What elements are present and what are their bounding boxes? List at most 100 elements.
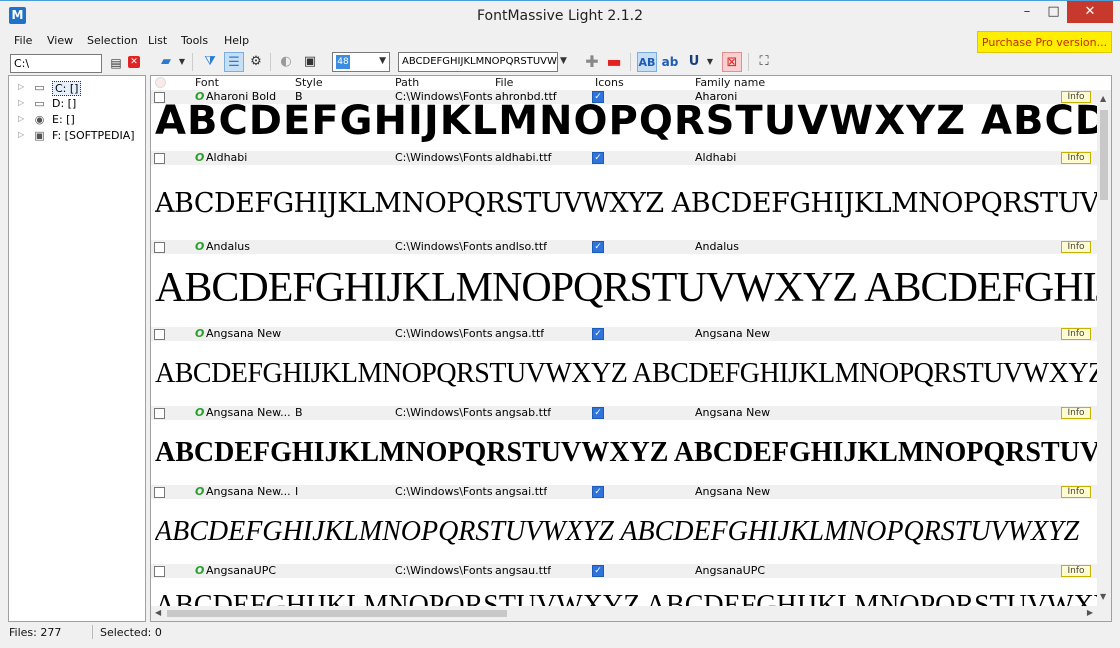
lowercase-toggle[interactable]: ab	[660, 52, 680, 72]
strikeout-icon[interactable]: ⊠	[722, 52, 742, 72]
table-row[interactable]: O Aldhabi C:\Windows\Fonts aldhabi.ttf ✓…	[151, 151, 1097, 165]
font-family: Andalus	[695, 240, 739, 253]
scroll-right-icon[interactable]: ▶	[1087, 608, 1093, 617]
chevron-down-icon[interactable]: ▼	[560, 56, 567, 66]
column-header-style[interactable]: Style	[295, 76, 323, 89]
row-checkbox[interactable]	[154, 408, 165, 419]
font-group-icon[interactable]: ◐	[276, 52, 296, 72]
expand-icon[interactable]: ▷	[18, 98, 24, 107]
font-list[interactable]: Font Style Path File Icons Family name O…	[150, 75, 1112, 622]
select-all-checkbox[interactable]	[155, 77, 166, 88]
tree-item-e[interactable]: ▷ ◉ E: []	[9, 112, 145, 128]
chevron-down-icon[interactable]: ▼	[704, 52, 716, 72]
hard-drive-icon: ▭	[34, 81, 45, 94]
icons-checkbox[interactable]: ✓	[592, 152, 604, 164]
tree-item-label: C: []	[52, 81, 82, 96]
row-checkbox[interactable]	[154, 329, 165, 340]
font-path: C:\Windows\Fonts	[395, 240, 493, 253]
path-input[interactable]	[10, 54, 102, 73]
close-button[interactable]: ✕	[1067, 1, 1113, 23]
font-name: AngsanaUPC	[206, 564, 277, 577]
menu-tools[interactable]: Tools	[181, 34, 208, 47]
row-checkbox[interactable]	[154, 153, 165, 164]
row-checkbox[interactable]	[154, 487, 165, 498]
icons-checkbox[interactable]: ✓	[592, 328, 604, 340]
clear-icon[interactable]: ✕	[128, 56, 140, 68]
icons-checkbox[interactable]: ✓	[592, 241, 604, 253]
info-button[interactable]: Info	[1061, 152, 1091, 164]
toolbar-separator	[630, 53, 631, 71]
open-folder-icon[interactable]: ▰	[156, 52, 176, 72]
fullscreen-icon[interactable]: ⛶	[754, 52, 774, 72]
vertical-scrollbar[interactable]: ▲ ▼	[1097, 90, 1111, 621]
font-name: Andalus	[206, 240, 250, 253]
info-button[interactable]: Info	[1061, 486, 1091, 498]
icons-checkbox[interactable]: ✓	[592, 565, 604, 577]
hard-drive-icon: ▭	[34, 97, 45, 110]
remove-icon[interactable]: ▬	[604, 52, 624, 72]
table-row[interactable]: O Andalus C:\Windows\Fonts andlso.ttf ✓ …	[151, 240, 1097, 254]
font-path: C:\Windows\Fonts	[395, 327, 493, 340]
font-sample: ABCDEFGHIJKLMNOPQRSTUVWXYZ ABCDEFGHIJKLM…	[155, 358, 1097, 389]
underline-toggle[interactable]: U	[684, 52, 704, 72]
settings-icon[interactable]: ⚙	[246, 52, 266, 72]
column-header-family[interactable]: Family name	[695, 76, 765, 89]
horizontal-scrollbar[interactable]: ◀ ▶	[151, 606, 1097, 621]
info-button[interactable]: Info	[1061, 565, 1091, 577]
font-size-select[interactable]: 48 ▼	[332, 52, 390, 72]
tree-item-f[interactable]: ▷ ▣ F: [SOFTPEDIA]	[9, 128, 145, 144]
list-go-icon[interactable]: ▤	[108, 55, 124, 71]
folder-tree[interactable]: ▷ ▭ C: [] ▷ ▭ D: [] ▷ ◉ E: [] ▷ ▣ F: [SO…	[8, 75, 146, 622]
font-file: aldhabi.ttf	[495, 151, 552, 164]
scroll-down-icon[interactable]: ▼	[1100, 592, 1106, 601]
column-header-file[interactable]: File	[495, 76, 513, 89]
tree-item-d[interactable]: ▷ ▭ D: []	[9, 96, 145, 112]
tree-item-c[interactable]: ▷ ▭ C: []	[9, 80, 145, 96]
menu-selection[interactable]: Selection	[87, 34, 138, 47]
opentype-icon: O	[195, 151, 205, 164]
icons-checkbox[interactable]: ✓	[592, 407, 604, 419]
font-sample: ABCDEFGHIJKLMNOPQRSTUVWXYZ ABCDEFGHIJKLM…	[155, 188, 1097, 219]
maximize-button[interactable]: □	[1040, 1, 1067, 23]
info-button[interactable]: Info	[1061, 407, 1091, 419]
font-path: C:\Windows\Fonts	[395, 485, 493, 498]
expand-icon[interactable]: ▷	[18, 114, 24, 123]
menu-view[interactable]: View	[47, 34, 73, 47]
scroll-thumb[interactable]	[167, 610, 507, 617]
menu-help[interactable]: Help	[224, 34, 249, 47]
scroll-left-icon[interactable]: ◀	[155, 608, 161, 617]
table-row[interactable]: O Angsana New C:\Windows\Fonts angsa.ttf…	[151, 327, 1097, 341]
expand-icon[interactable]: ▷	[18, 130, 24, 139]
icons-checkbox[interactable]: ✓	[592, 486, 604, 498]
scroll-thumb[interactable]	[1100, 110, 1108, 200]
table-row[interactable]: O Angsana New... I C:\Windows\Fonts angs…	[151, 485, 1097, 499]
font-name: Aldhabi	[206, 151, 248, 164]
scroll-up-icon[interactable]: ▲	[1100, 94, 1106, 103]
info-button[interactable]: Info	[1061, 328, 1091, 340]
toolbar: ▰ ▼ ⧩ ☰ ⚙ ◐ ▣ 48 ▼ ABCDEFGHIJKLMNOPQRSTU…	[152, 50, 1120, 74]
column-header-path[interactable]: Path	[395, 76, 419, 89]
font-family: Aldhabi	[695, 151, 737, 164]
info-button[interactable]: Info	[1061, 241, 1091, 253]
filter-icon[interactable]: ⧩	[200, 52, 220, 72]
minimize-button[interactable]: –	[1014, 1, 1040, 23]
table-row[interactable]: O Angsana New... B C:\Windows\Fonts angs…	[151, 406, 1097, 420]
sample-text-input[interactable]: ABCDEFGHIJKLMNOPQRSTUVWXYZ	[398, 52, 558, 72]
menu-file[interactable]: File	[14, 34, 32, 47]
column-header-icons[interactable]: Icons	[595, 76, 624, 89]
row-checkbox[interactable]	[154, 242, 165, 253]
font-family: Angsana New	[695, 327, 771, 340]
menu-list[interactable]: List	[148, 34, 167, 47]
add-icon[interactable]: ✚	[582, 52, 602, 72]
bold-toggle[interactable]: AB	[637, 52, 657, 72]
expand-icon[interactable]: ▷	[18, 82, 24, 91]
chevron-down-icon[interactable]: ▼	[176, 52, 188, 72]
list-view-icon[interactable]: ☰	[224, 52, 244, 72]
column-header-font[interactable]: Font	[195, 76, 219, 89]
font-file-icon[interactable]: ▣	[300, 52, 320, 72]
path-bar: ▤ ✕	[8, 53, 148, 75]
row-checkbox[interactable]	[154, 566, 165, 577]
table-row[interactable]: O AngsanaUPC C:\Windows\Fonts angsau.ttf…	[151, 564, 1097, 578]
font-sample: ABCDEFGHIJKLMNOPQRSTUVWXYZ ABCDEFGHIJKLM…	[155, 516, 1080, 547]
network-drive-icon: ▣	[34, 129, 45, 142]
